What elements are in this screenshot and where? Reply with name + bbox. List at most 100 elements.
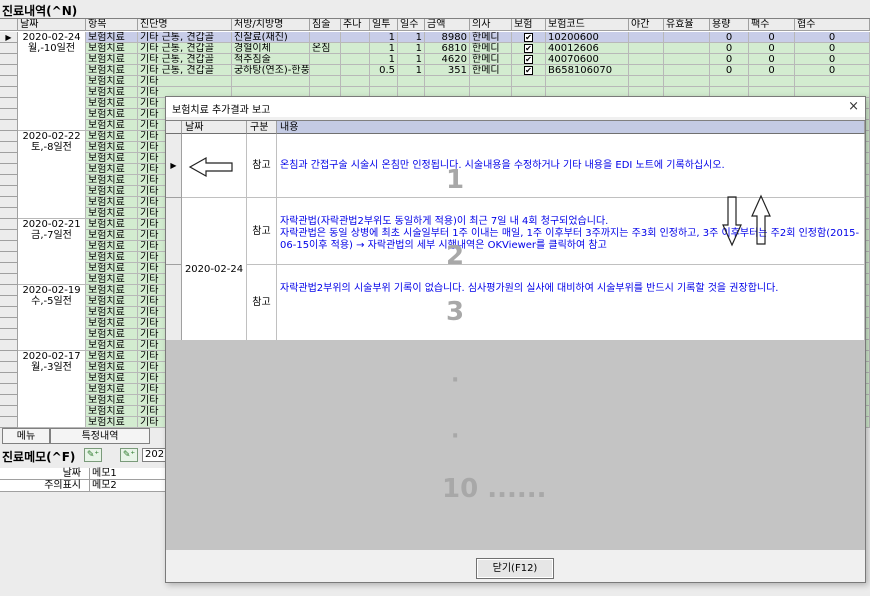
cell-item[interactable]: 보험치료 [86,285,138,296]
row-indicator[interactable] [0,65,18,76]
cell-item[interactable]: 보험치료 [86,417,138,428]
cell-valid[interactable] [664,76,710,87]
cell-ils[interactable]: 1 [398,43,425,54]
cell-night[interactable] [629,65,664,76]
cell-rx[interactable]: 척추침술 [232,54,310,65]
cell-item[interactable]: 보험치료 [86,153,138,164]
col-validity[interactable]: 유효율 [664,19,710,31]
cell-doc[interactable]: 한메디 [470,65,512,76]
cell-item[interactable]: 보험치료 [86,230,138,241]
date-group-cell[interactable]: 2020-02-19 수,-5일전 [18,285,86,351]
cell-item[interactable]: 보험치료 [86,197,138,208]
cell-item[interactable]: 보험치료 [86,307,138,318]
cell-rx[interactable]: 진찰료(재진) [232,32,310,43]
cell-code[interactable]: 40012606 [546,43,629,54]
row-indicator[interactable] [0,98,18,109]
row-indicator[interactable] [0,230,18,241]
cell-item[interactable]: 보험치료 [86,384,138,395]
row-indicator[interactable] [0,318,18,329]
cell-valid[interactable] [664,54,710,65]
row-indicator[interactable] [0,219,18,230]
cell-night[interactable] [629,76,664,87]
row-indicator[interactable] [0,109,18,120]
col-night[interactable]: 야간 [629,19,664,31]
cell-amt[interactable]: 8980 [425,32,470,43]
dialog-col-date[interactable]: 날짜 [182,121,247,134]
cell-chuna[interactable] [341,54,370,65]
row-indicator[interactable]: ▶ [0,32,18,43]
cell-item[interactable]: 보험치료 [86,263,138,274]
cell-item[interactable]: 보험치료 [86,142,138,153]
cell-v1[interactable]: 0 [710,32,749,43]
insurance-checkbox[interactable]: ✔ [524,32,533,42]
table-row[interactable]: 보험치료 기타 근통, 견갑골 궁하탕(연조)-한풍 0.5 1 351 한메디 ✔ B6581… [0,65,870,76]
cell-acu[interactable] [310,65,341,76]
cell-night[interactable] [629,54,664,65]
cell-code[interactable]: B658106070 [546,65,629,76]
cell-item[interactable]: 보험치료 [86,351,138,362]
cell-diag[interactable]: 기타 근통, 견갑골 [138,54,232,65]
cell-item[interactable]: 보험치료 [86,395,138,406]
cell-item[interactable]: 보험치료 [86,76,138,87]
col-ilsu[interactable]: 일수 [398,19,425,31]
cell-v3[interactable]: 0 [795,32,870,43]
cell-item[interactable]: 보험치료 [86,362,138,373]
cell-v1[interactable]: 0 [710,65,749,76]
row-indicator[interactable] [0,329,18,340]
cell-valid[interactable] [664,65,710,76]
dialog-col-content[interactable]: 내용 [277,121,865,134]
cell-v2[interactable] [749,76,795,87]
cell-chuna[interactable] [341,76,370,87]
dialog-row3-content[interactable]: 자락관법2부위의 시술부위 기록이 없습니다. 심사평가원의 실사에 대비하여 … [277,265,865,341]
tab-special-history[interactable]: 특정내역 [50,428,150,444]
col-chuna[interactable]: 추나 [341,19,370,31]
cell-v2[interactable]: 0 [749,32,795,43]
cell-item[interactable]: 보험치료 [86,175,138,186]
col-hyupsu[interactable]: 협수 [795,19,870,31]
row-indicator[interactable] [0,175,18,186]
cell-ilt[interactable]: 1 [370,43,398,54]
cell-ins[interactable]: ✔ [512,43,546,54]
date-group-cell[interactable]: 2020-02-22 토,-8일전 [18,131,86,219]
cell-v3[interactable] [795,76,870,87]
col-diag[interactable]: 진단명 [138,19,232,31]
table-row[interactable]: 보험치료 기타 근통, 견갑골 경혈이체 온침 1 1 6810 한메디 ✔ 40012606 0 0… [0,43,870,54]
row-indicator[interactable] [0,43,18,54]
row-indicator[interactable] [0,351,18,362]
insurance-checkbox[interactable]: ✔ [524,43,533,53]
table-row[interactable]: ▶ 보험치료 기타 근통, 견갑골 진찰료(재진) 1 1 8980 한메디 ✔ 10200600… [0,32,870,43]
cell-rx[interactable]: 궁하탕(연조)-한풍 [232,65,310,76]
cell-item[interactable]: 보험치료 [86,329,138,340]
cell-rx[interactable] [232,76,310,87]
cell-v1[interactable]: 0 [710,54,749,65]
cell-v3[interactable]: 0 [795,54,870,65]
cell-acu[interactable] [310,54,341,65]
row-indicator[interactable] [0,142,18,153]
cell-diag[interactable]: 기타 [138,76,232,87]
row-indicator[interactable] [0,406,18,417]
row-indicator[interactable] [0,307,18,318]
cell-code[interactable]: 40070600 [546,54,629,65]
cell-item[interactable]: 보험치료 [86,274,138,285]
col-doctor[interactable]: 의사 [470,19,512,31]
insurance-checkbox[interactable]: ✔ [524,65,533,75]
close-icon[interactable]: × [848,99,859,114]
cell-item[interactable]: 보험치료 [86,109,138,120]
cell-doc[interactable]: 한메디 [470,32,512,43]
cell-v1[interactable]: 0 [710,43,749,54]
add-memo-icon[interactable]: ✎⁺ [84,448,102,462]
cell-item[interactable]: 보험치료 [86,318,138,329]
date-group-cell[interactable]: 2020-02-21 금,-7일전 [18,219,86,285]
cell-ilt[interactable] [370,76,398,87]
row-indicator[interactable] [0,252,18,263]
cell-item[interactable]: 보험치료 [86,131,138,142]
cell-diag[interactable]: 기타 근통, 견갑골 [138,65,232,76]
cell-item[interactable]: 보험치료 [86,120,138,131]
cell-acu[interactable]: 온침 [310,43,341,54]
row-indicator[interactable] [0,384,18,395]
dialog-row1-content[interactable]: 온침과 간접구술 시술시 온침만 인정됩니다. 시술내용을 수정하거나 기타 내… [277,134,865,198]
cell-item[interactable]: 보험치료 [86,252,138,263]
cell-chuna[interactable] [341,32,370,43]
col-ins-code[interactable]: 보험코드 [546,19,629,31]
row-indicator[interactable] [0,131,18,142]
